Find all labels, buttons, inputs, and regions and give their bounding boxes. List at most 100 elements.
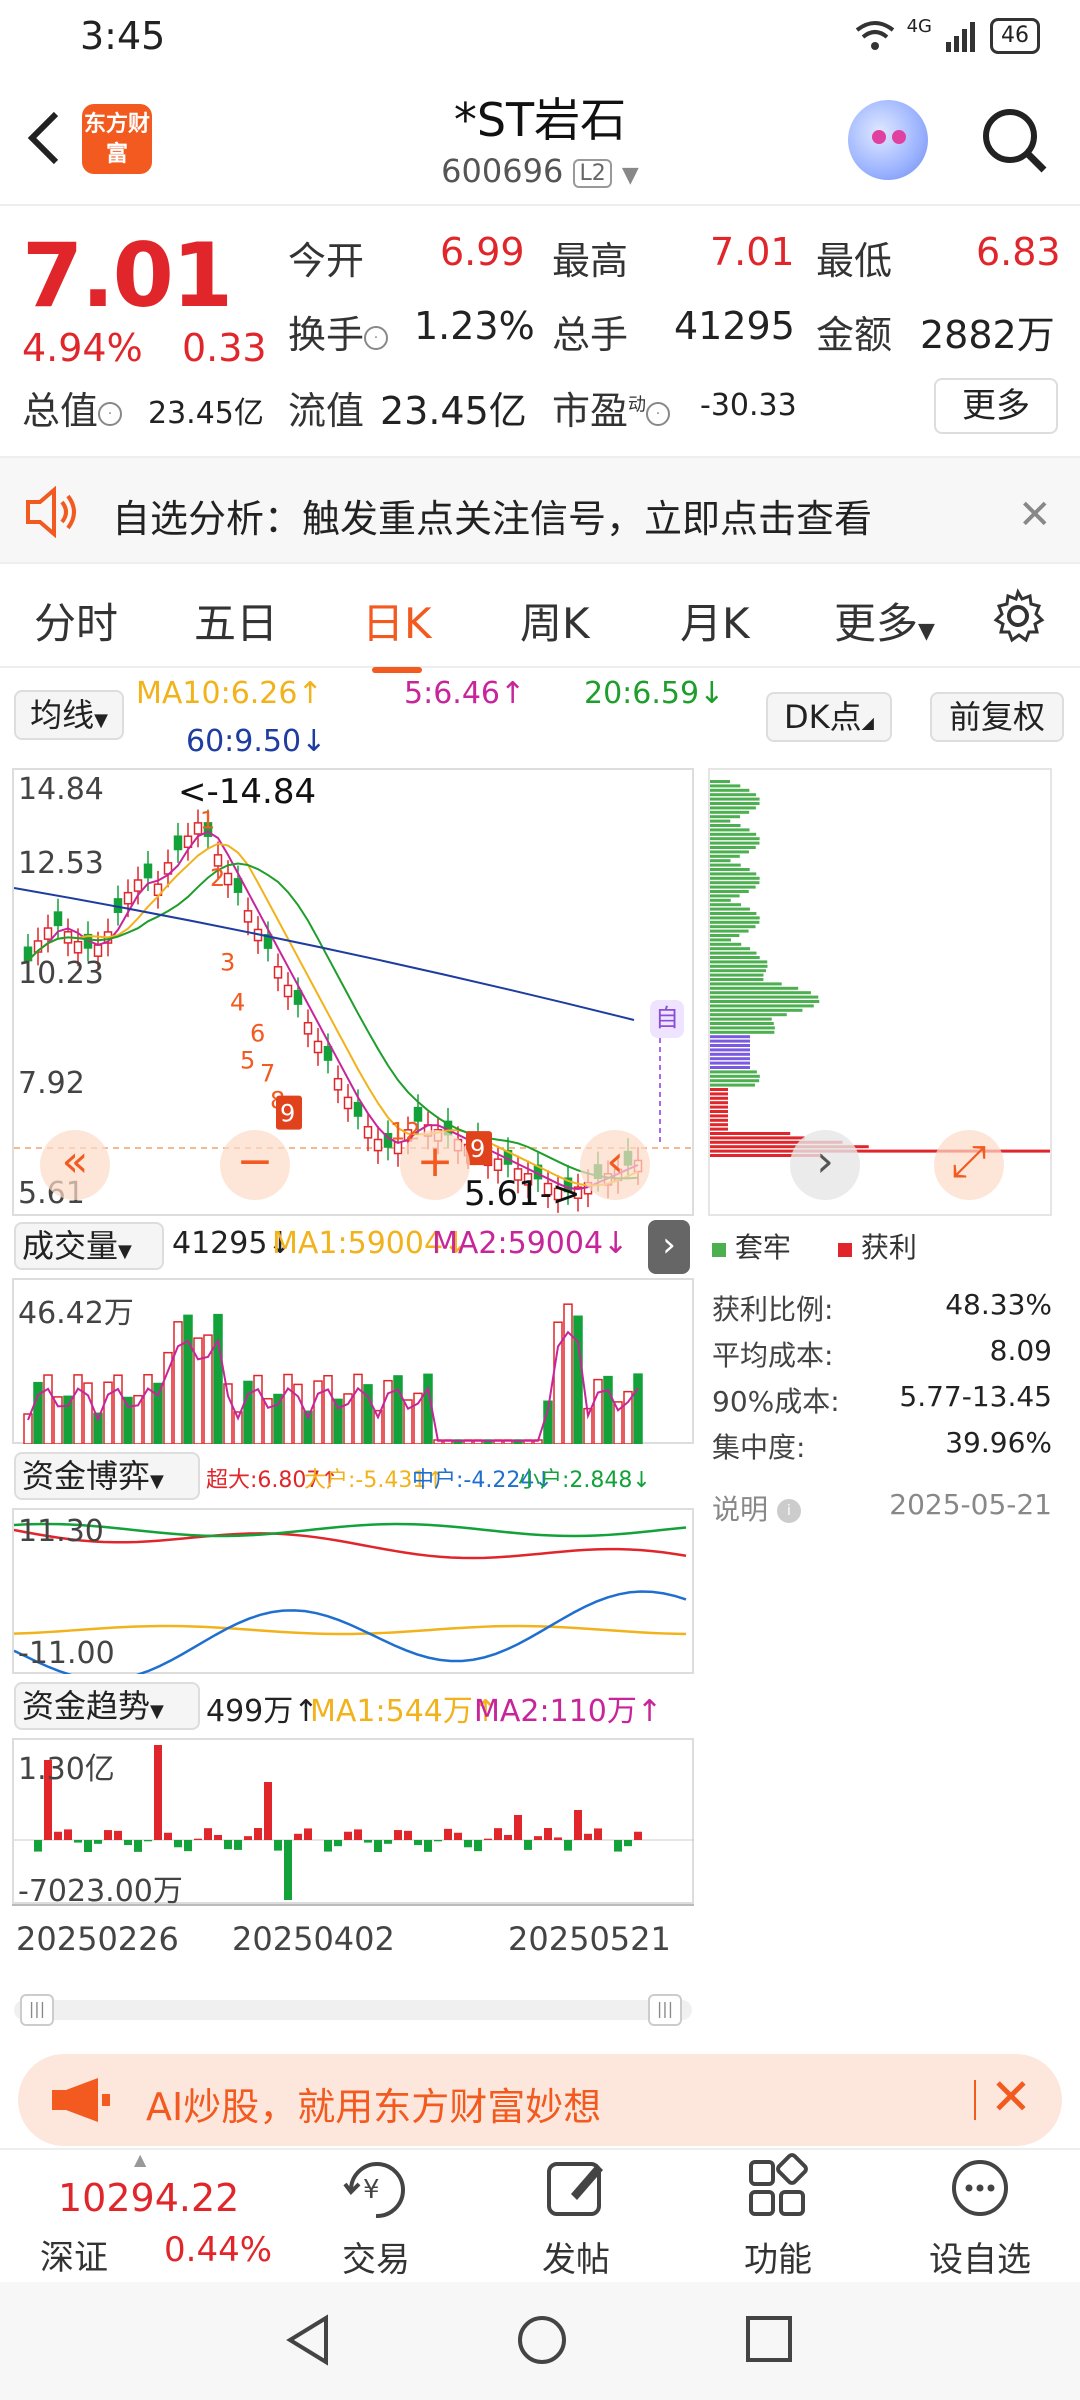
fund-trend-bar [434,1840,442,1842]
system-home-icon[interactable] [514,2312,570,2368]
adjust-button[interactable]: 前复权 [930,692,1064,742]
chip-distribution-chart[interactable]: › ⤢ [708,768,1052,1216]
legend-profit: 获利 [838,1226,917,1266]
fund-trend-bar [124,1840,132,1846]
chip-bar [710,780,730,783]
index-ticker[interactable]: ▲ 10294.22 深证 0.44% [30,2150,290,2280]
more-quote-button[interactable]: 更多 [934,378,1058,434]
chip-bar [710,907,750,911]
tab-five-day[interactable]: 五日 [194,590,278,651]
fund-trend-bar [494,1828,502,1840]
candle-body [53,911,63,927]
chip-bar [710,1008,803,1012]
tab-intraday[interactable]: 分时 [34,590,118,651]
chip-bar [710,995,819,999]
fund-trend-selector[interactable]: 资金趋势▼ [14,1682,200,1730]
nav-functions[interactable]: 功能 [708,2150,848,2281]
fund-trend-chart[interactable]: 1.30亿 -7023.00万 [12,1738,694,1909]
cost90-value: 5.77-13.45 [899,1380,1052,1413]
tab-more[interactable]: 更多▼ [834,590,935,651]
volume-bar [143,1374,153,1445]
chip-expand-right-button[interactable]: › [790,1130,860,1200]
chip-bar [710,788,750,792]
ai-banner[interactable]: AI炒股，就用东方财富妙想 ✕ [18,2054,1062,2146]
volume-bar [173,1321,183,1445]
zoom-out-button[interactable]: − [220,1130,290,1200]
range-scrollbar[interactable]: ||| ||| [14,1994,692,2026]
chip-bar [710,1066,750,1069]
fund-trend-bar [544,1828,552,1840]
scroll-right-button[interactable]: ‹ [580,1130,650,1200]
chip-bar [710,973,764,977]
volume-bar [73,1374,83,1445]
date-label-3: 20250521 [508,1920,671,1958]
ma5-value: 5:6.46↑ [404,676,526,711]
fund-trend-value: 499万↑ [206,1694,319,1729]
chip-bar [710,1132,791,1135]
close-icon[interactable]: ✕ [1018,492,1052,538]
volume-bar [63,1395,73,1445]
chip-bar [710,1123,728,1127]
chip-note[interactable]: 说明 i [712,1488,801,1528]
ma-selector[interactable]: 均线▼ [14,690,124,740]
chip-bar [710,1074,760,1078]
zoom-in-button[interactable]: + [400,1130,470,1200]
expand-panel-button[interactable]: › [648,1220,690,1274]
ma10-line [27,842,639,1187]
tab-monthly-k[interactable]: 月K [680,590,750,651]
chip-bar [710,841,760,845]
info-icon[interactable]: · [98,401,123,426]
tab-weekly-k[interactable]: 周K [520,590,590,651]
range-handle-left[interactable]: ||| [20,1994,54,2026]
more-dots-icon [952,2160,1008,2216]
chip-bar [710,854,740,858]
volume-bar [343,1393,353,1445]
fund-trend-bar [244,1836,252,1840]
ai-assistant-avatar[interactable] [848,100,928,180]
fund-trend-bar [184,1840,192,1852]
fund-trend-bar [634,1831,642,1840]
custom-badge[interactable]: 自 [650,1000,684,1038]
candle-body [223,872,233,886]
nav-trade[interactable]: ¥ 交易 [306,2150,446,2281]
tab-daily-k[interactable]: 日K [362,590,432,673]
scroll-left-button[interactable]: « [40,1130,110,1200]
kline-chart[interactable]: 123456789129 14.84 12.53 10.23 7.92 5.61… [12,768,694,1216]
volume-ma2: MA2:59004↓ [432,1226,629,1261]
low-label: 最低 [816,239,893,283]
range-handle-right[interactable]: ||| [648,1994,682,2026]
td-count-marker: 3 [220,949,235,977]
chip-bar [710,828,750,832]
status-bar: 3:45 4G 46 [0,0,1080,74]
info-icon[interactable]: · [364,325,389,350]
volume-bar [43,1374,53,1445]
nav-add-watchlist[interactable]: 设自选 [910,2150,1050,2281]
edit-post-icon [547,2162,603,2216]
search-icon[interactable] [978,104,1050,176]
small-line [13,1522,687,1538]
dk-point-button[interactable]: DK点◢ [766,692,892,742]
fund-game-selector[interactable]: 资金博弈▼ [14,1452,200,1500]
signal-alert-bar[interactable]: 自选分析：触发重点关注信号，立即点击查看 ✕ [0,456,1080,564]
fullscreen-icon[interactable]: ⤢ [934,1130,1004,1200]
volume-chart[interactable]: 46.42万 [12,1278,694,1445]
fund-game-chart[interactable]: 11.30 -11.00 [12,1508,694,1682]
volume-bar [253,1374,263,1445]
system-back-icon[interactable] [282,2312,334,2368]
info-icon[interactable]: · [646,401,671,426]
volume-indicator-selector[interactable]: 成交量▼ [14,1222,164,1270]
volume-bar [633,1373,643,1445]
chip-bar [710,1088,728,1091]
candle-body [73,940,83,954]
chip-bar [710,1136,805,1140]
ma5-line [27,830,639,1191]
change-percent: 4.94% [22,326,143,370]
nav-post[interactable]: 发帖 [506,2150,646,2281]
candle-body [323,1045,333,1061]
close-icon[interactable]: ✕ [990,2068,1032,2126]
chip-bar [710,863,741,867]
system-recents-icon[interactable] [744,2314,794,2364]
settings-gear-icon[interactable] [990,588,1046,644]
fund-trend-bar [364,1840,372,1843]
chip-date: 2025-05-21 [889,1488,1052,1521]
